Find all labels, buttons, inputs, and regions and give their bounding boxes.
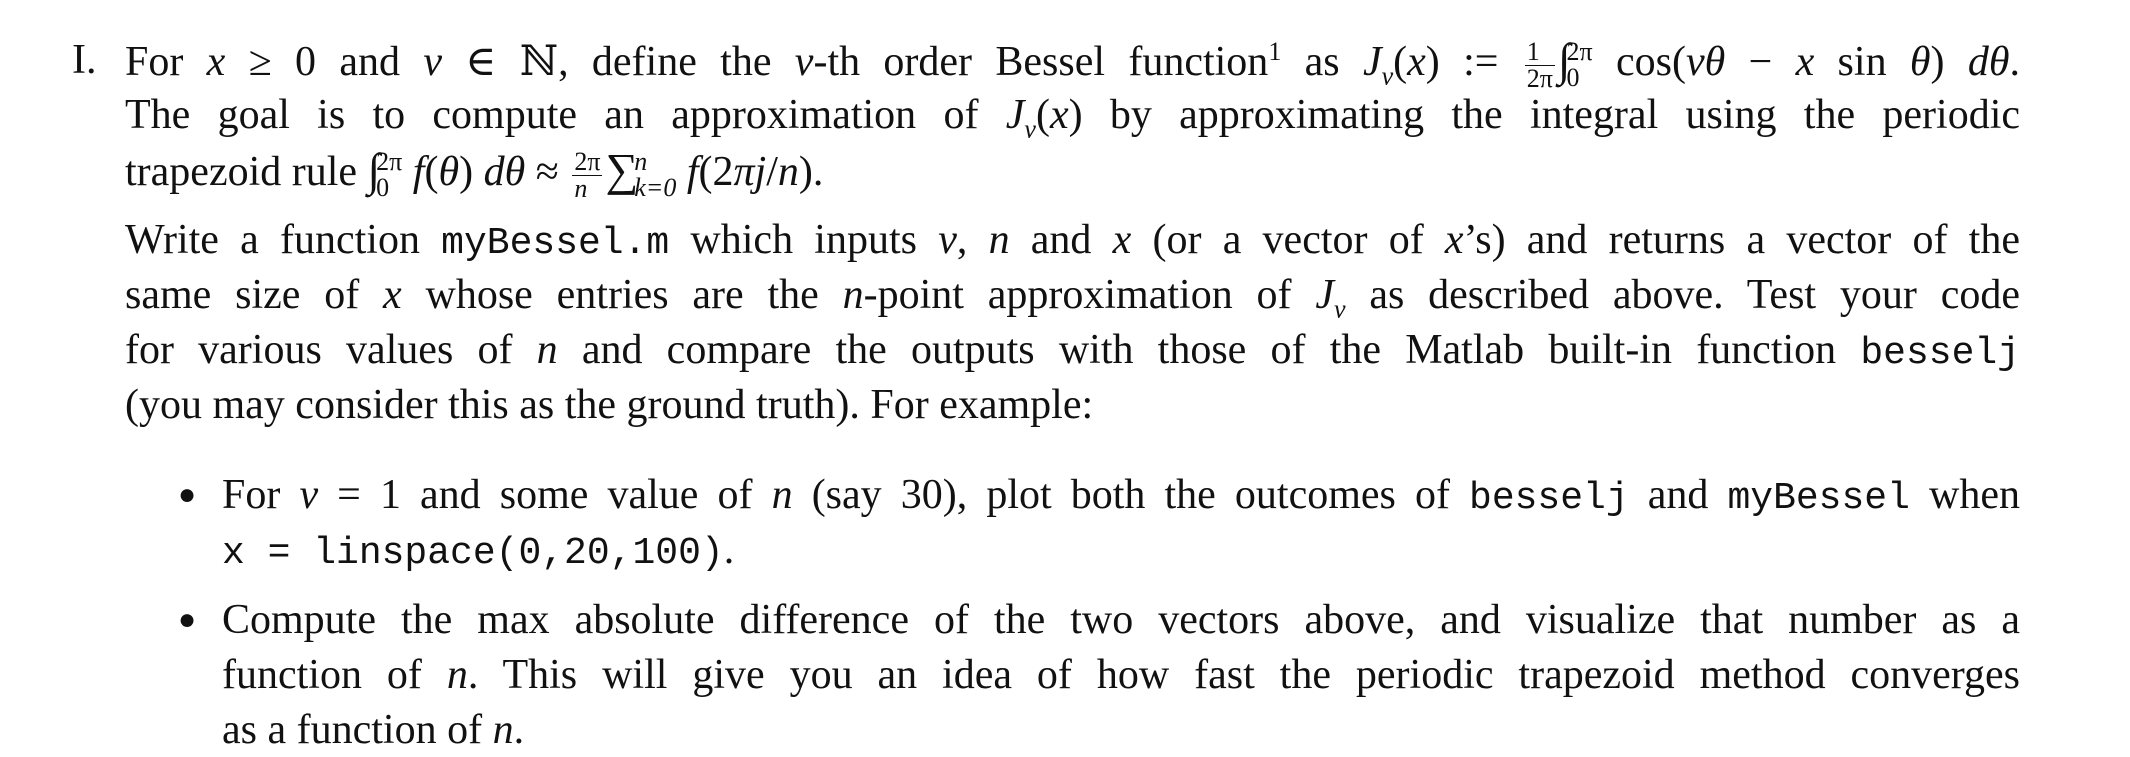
para1-line2: The goal is to compute an approximation … xyxy=(125,92,2021,144)
para1-line3: trapezoid rule ∫ 2π 0 f(θ) dθ ≈ 2π n ∑ n k=0 f… xyxy=(125,144,824,203)
bullet-icon: ● xyxy=(178,478,197,511)
code-besselj: besselj xyxy=(1469,477,1629,520)
para2-line4: (you may consider this as the ground tru… xyxy=(125,382,1094,428)
para2-line3: for various values of n and compare the … xyxy=(125,327,2020,375)
fraction: 2π n xyxy=(572,146,603,203)
code-myBessel-m: myBessel.m xyxy=(441,222,670,265)
code-linspace: x = linspace(0,20,100) xyxy=(222,532,724,575)
footnote-marker: 1 xyxy=(1268,37,1282,66)
problem-document: I. For x ≥ 0 and ν ∈ ℕ, define the ν-th … xyxy=(0,0,2130,757)
para2-line2: same size of x whose entries are the n-p… xyxy=(125,272,2020,324)
bullet2-line1: Compute the max absolute difference of t… xyxy=(222,597,2020,643)
bullet2-line3: as a function of n. xyxy=(222,707,525,753)
fraction: 1 2π xyxy=(1524,36,1555,93)
enum-label: I. xyxy=(72,37,97,83)
code-besselj: besselj xyxy=(1860,332,2020,375)
bullet1-line1: For ν = 1 and some value of n (say 30), … xyxy=(222,472,2020,520)
para1-line1: For x ≥ 0 and ν ∈ ℕ, define the ν-th ord… xyxy=(125,34,2020,93)
code-myBessel: myBessel xyxy=(1727,477,1910,520)
bullet-icon: ● xyxy=(178,603,197,636)
para2-line1: Write a function myBessel.m which inputs… xyxy=(125,217,2020,265)
bullet2-line2: function of n. This will give you an ide… xyxy=(222,652,2021,698)
bullet1-line2: x = linspace(0,20,100). xyxy=(222,527,735,575)
